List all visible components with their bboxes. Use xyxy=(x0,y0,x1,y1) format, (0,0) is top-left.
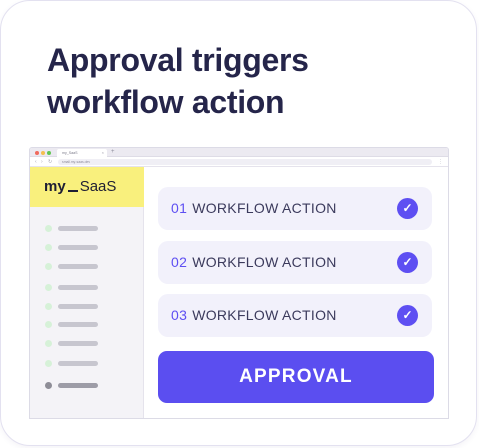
headline-line-2: workflow action xyxy=(47,84,285,120)
nav-line-placeholder xyxy=(58,322,98,327)
nav-dot-icon xyxy=(45,340,52,347)
logo-text-saas: SaaS xyxy=(79,178,117,195)
profile-dot-icon xyxy=(45,382,52,389)
nav-dot-icon xyxy=(45,244,52,251)
step-label: WORKFLOW ACTION xyxy=(192,200,337,216)
workflow-step[interactable]: 03 WORKFLOW ACTION ✓ xyxy=(158,294,432,337)
step-label: WORKFLOW ACTION xyxy=(192,254,337,270)
check-icon: ✓ xyxy=(397,198,418,219)
nav-dot-icon xyxy=(45,360,52,367)
new-tab-icon[interactable]: + xyxy=(111,148,115,157)
minimize-window-icon[interactable] xyxy=(41,150,45,155)
app-logo[interactable]: my SaaS xyxy=(44,178,116,196)
nav-dot-icon xyxy=(45,225,52,232)
step-number: 03 xyxy=(171,307,188,323)
workflow-panel: 01 WORKFLOW ACTION ✓ 02 WORKFLOW ACTION ✓ … xyxy=(145,167,448,418)
sidebar-nav-item[interactable] xyxy=(30,284,144,292)
nav-dot-icon xyxy=(45,263,52,270)
nav-line-placeholder xyxy=(58,285,98,290)
reload-icon[interactable]: ↻ xyxy=(48,157,52,167)
feature-card: Approval triggers workflow action my_Saa… xyxy=(0,0,477,446)
browser-address-bar: ‹ › ↻ small.my-saas.dev ⋮ xyxy=(30,157,448,167)
workflow-step-text: 02 WORKFLOW ACTION xyxy=(171,241,337,284)
sidebar-nav-item[interactable] xyxy=(30,340,144,348)
workflow-step-text: 03 WORKFLOW ACTION xyxy=(171,294,337,337)
nav-line-placeholder xyxy=(58,304,98,309)
tab-close-icon[interactable]: × xyxy=(102,149,104,157)
browser-tab[interactable]: my_SaaS × xyxy=(57,149,107,157)
nav-dot-icon xyxy=(45,303,52,310)
sidebar-nav-item[interactable] xyxy=(30,360,144,368)
sidebar-nav-item[interactable] xyxy=(30,303,144,311)
workflow-step[interactable]: 01 WORKFLOW ACTION ✓ xyxy=(158,187,432,230)
headline-line-1: Approval triggers xyxy=(47,42,309,78)
forward-arrow-icon[interactable]: › xyxy=(41,157,43,167)
browser-tab-bar: my_SaaS × + xyxy=(30,148,448,157)
close-window-icon[interactable] xyxy=(35,150,39,155)
nav-dot-icon xyxy=(45,321,52,328)
sidebar-nav-item[interactable] xyxy=(30,321,144,329)
nav-line-placeholder xyxy=(58,361,98,366)
app-sidebar: my SaaS xyxy=(30,167,144,418)
approval-button[interactable]: APPROVAL xyxy=(158,351,434,403)
browser-window: my_SaaS × + ‹ › ↻ small.my-saas.dev ⋮ my… xyxy=(29,147,449,419)
step-number: 01 xyxy=(171,200,188,216)
step-label: WORKFLOW ACTION xyxy=(192,307,337,323)
maximize-window-icon[interactable] xyxy=(47,150,51,155)
workflow-step-text: 01 WORKFLOW ACTION xyxy=(171,187,337,230)
headline: Approval triggers workflow action xyxy=(47,39,447,123)
browser-tab-title: my_SaaS xyxy=(62,151,78,155)
sidebar-nav-item[interactable] xyxy=(30,225,144,233)
logo-text-my: my xyxy=(44,178,66,195)
nav-line-placeholder xyxy=(58,383,98,388)
sidebar-nav-item[interactable] xyxy=(30,263,144,271)
nav-line-placeholder xyxy=(58,226,98,231)
sidebar-nav-item[interactable] xyxy=(30,244,144,252)
check-icon: ✓ xyxy=(397,252,418,273)
check-icon: ✓ xyxy=(397,305,418,326)
browser-menu-icon[interactable]: ⋮ xyxy=(438,157,443,167)
nav-line-placeholder xyxy=(58,341,98,346)
nav-line-placeholder xyxy=(58,245,98,250)
step-number: 02 xyxy=(171,254,188,270)
workflow-step[interactable]: 02 WORKFLOW ACTION ✓ xyxy=(158,241,432,284)
logo-underscore xyxy=(67,190,78,192)
sidebar-nav-item-profile[interactable] xyxy=(30,382,144,390)
nav-line-placeholder xyxy=(58,264,98,269)
logo-area: my SaaS xyxy=(30,167,144,207)
url-field[interactable]: small.my-saas.dev xyxy=(58,159,432,165)
nav-dot-icon xyxy=(45,284,52,291)
back-arrow-icon[interactable]: ‹ xyxy=(35,157,37,167)
